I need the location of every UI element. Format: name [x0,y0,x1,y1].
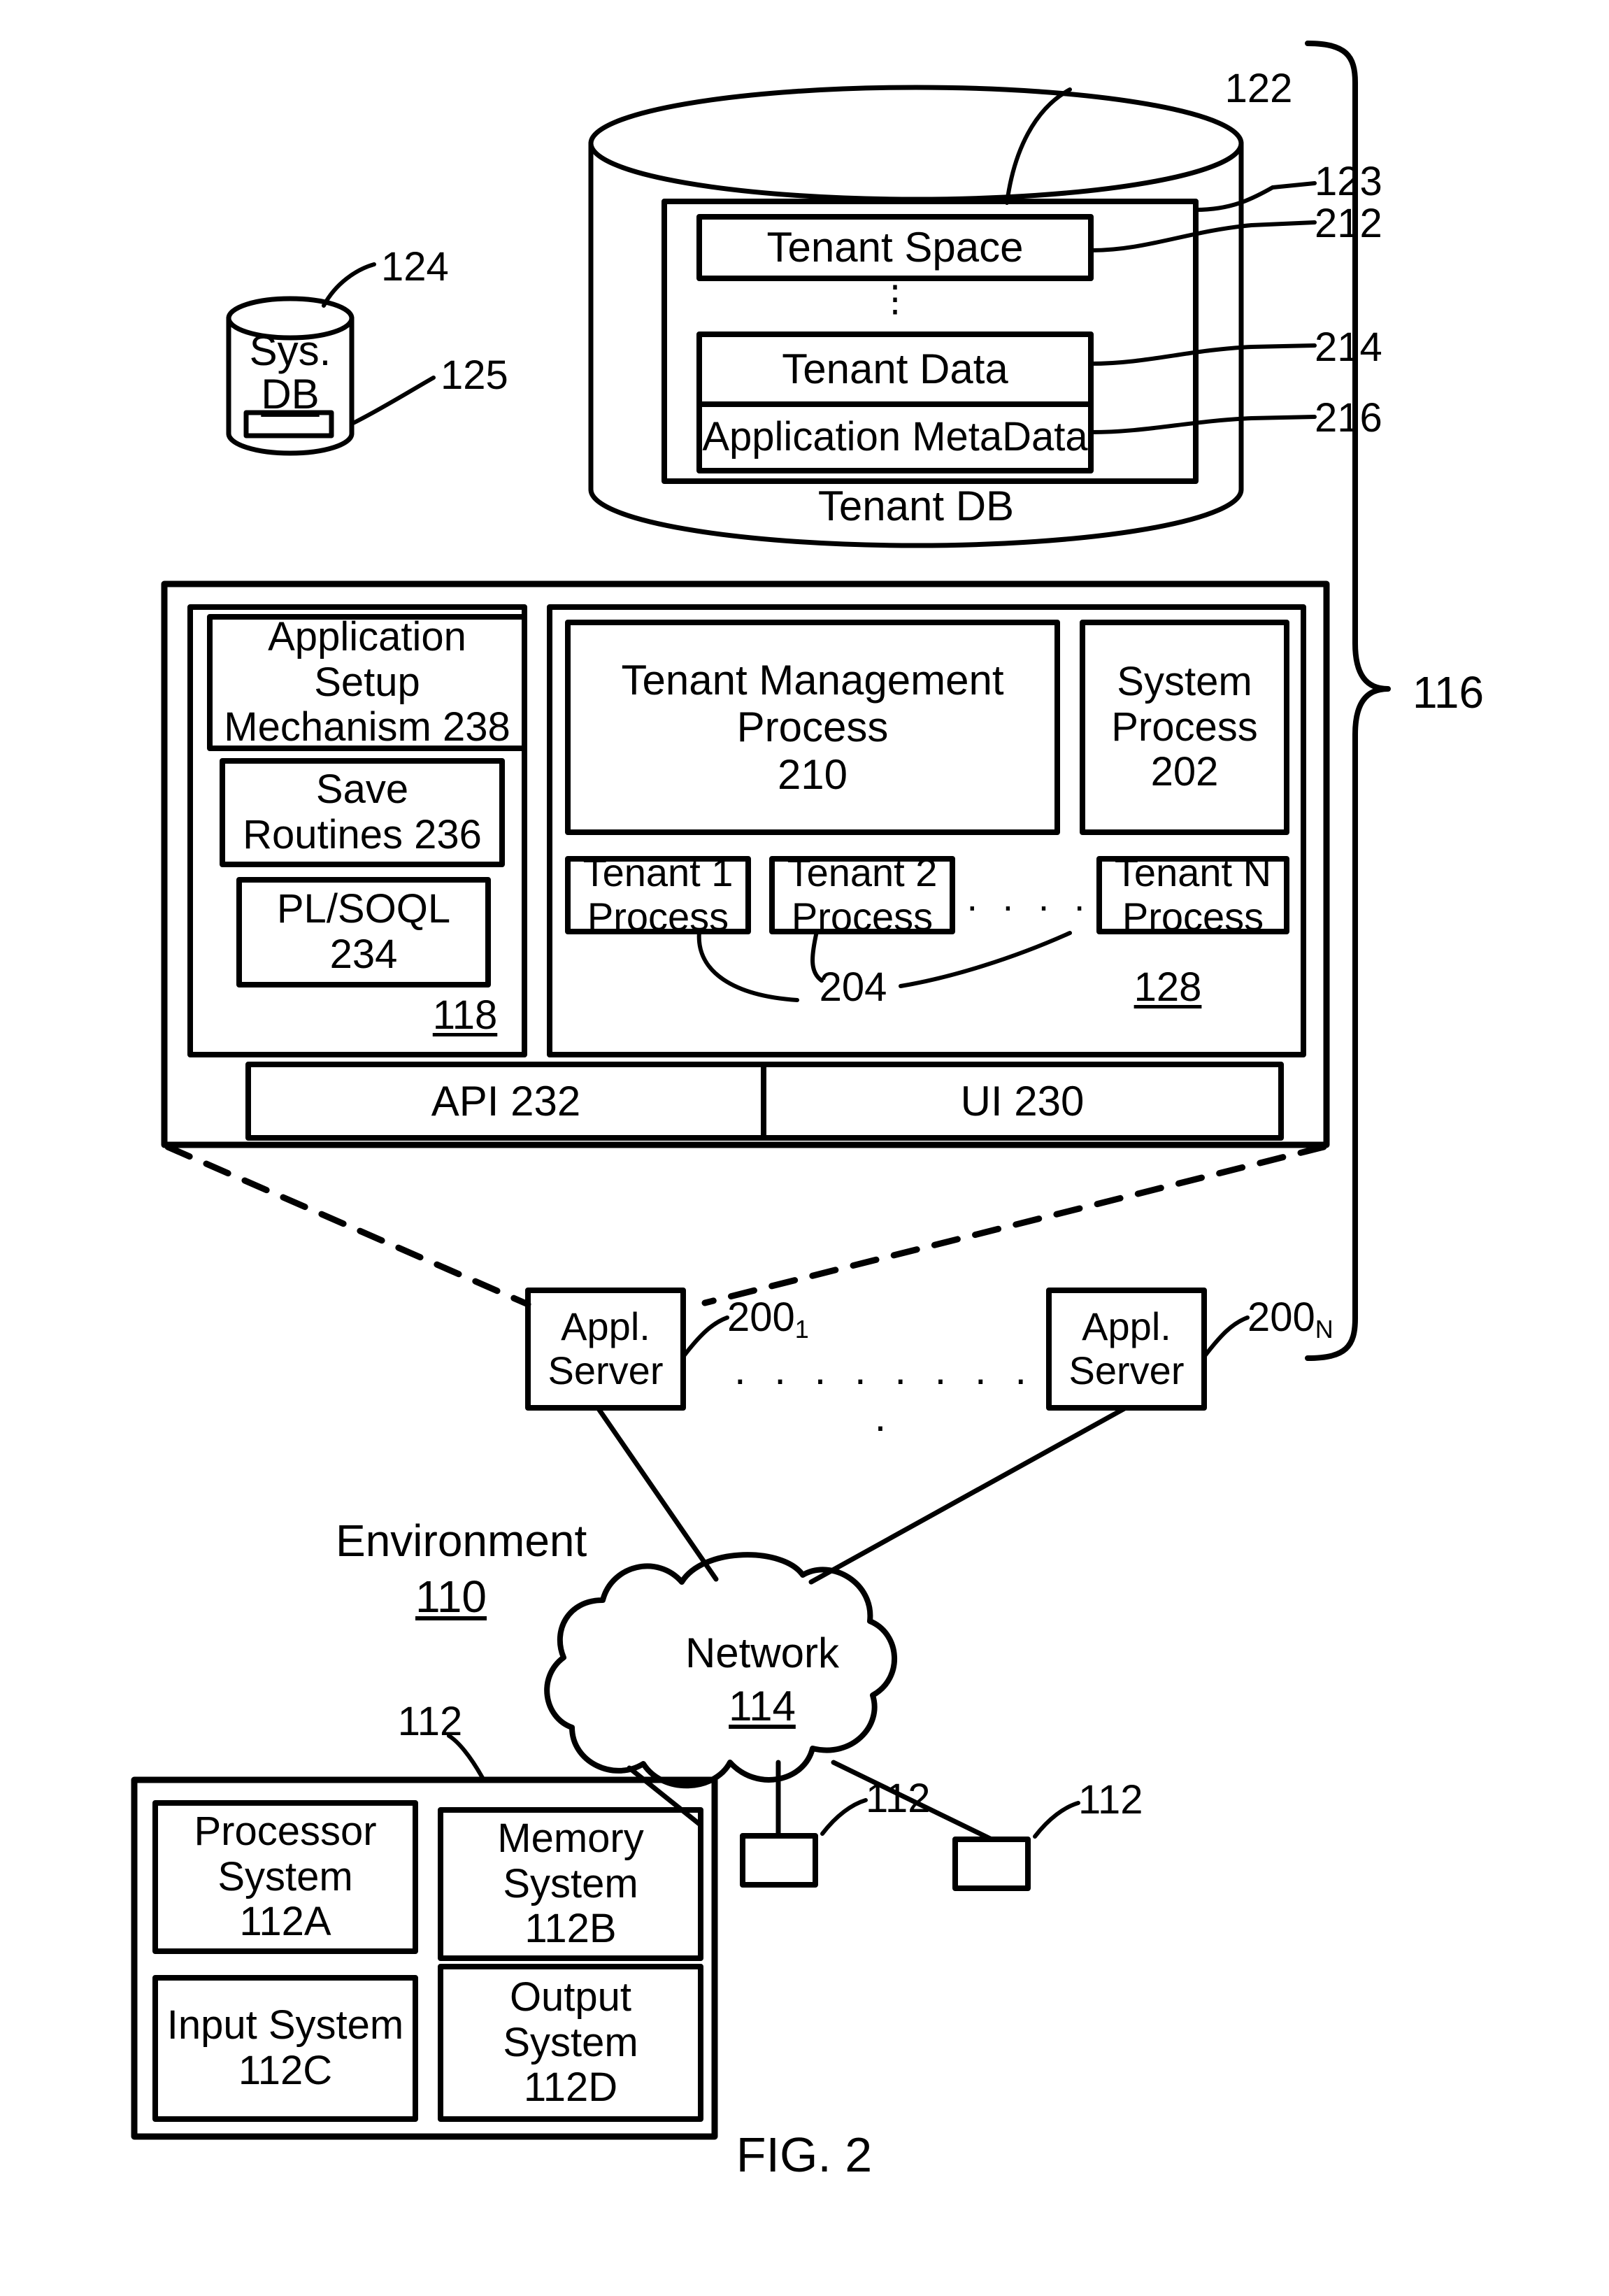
system-process-label: System Process 202 [1111,658,1258,795]
tenant-space-label: Tenant Space [766,224,1024,271]
ref-128: 128 [1134,964,1202,1010]
appl-server-1-label: Appl. Server [548,1304,664,1392]
user-device-1 [740,1833,818,1888]
user-device-2 [952,1837,1031,1891]
ref-112-usersystem: 112 [397,1699,463,1744]
tenant-n-process-label: Tenant N Process [1114,850,1272,939]
leader-204-a [696,929,799,1002]
figure-caption: FIG. 2 [736,2127,873,2182]
ref-212: 212 [1315,201,1382,246]
leader-112-device1 [820,1798,868,1836]
ref-122: 122 [1224,66,1293,111]
tenant-db-cylinder [588,85,1244,548]
tenant-data-label: Tenant Data [782,345,1008,393]
link-server1-network [595,1405,719,1582]
leader-212 [1089,223,1254,252]
leader-216 [1089,416,1254,434]
network-ref: 114 [729,1683,796,1730]
application-metadata-label: Application MetaData [702,414,1088,460]
ref-200-1-number: 200 [727,1295,795,1340]
ref-200-1-subscript: 1 [794,1315,809,1344]
memory-system-label: Memory System 112B [497,1815,644,1952]
leader-112-device2 [1033,1801,1080,1839]
api-label: API 232 [431,1077,581,1125]
input-system-label: Input System 112C [166,2002,404,2093]
ref-200-n-number: 200 [1247,1295,1315,1340]
leader-214 [1089,345,1254,366]
processor-system-label: Processor System 112A [194,1808,377,1945]
ref-118: 118 [432,992,498,1038]
application-setup-mechanism-label: Application Setup Mechanism 238 [224,613,510,750]
expansion-line-right [701,1143,1327,1306]
leader-200-n [1202,1315,1250,1359]
ref-116: 116 [1413,667,1485,718]
leader-122 [1005,87,1072,205]
ref-200-n: 200N [1247,1295,1380,1343]
appl-server-n-label: Appl. Server [1068,1304,1185,1392]
ref-123: 123 [1315,159,1382,204]
ref-200-n-subscript: N [1315,1315,1333,1344]
vertical-ellipsis-icon: ⋮ [877,279,913,320]
save-routines-label: Save Routines 236 [243,766,482,857]
expansion-line-left [164,1143,531,1308]
leader-125 [351,376,436,425]
tenant-db-label: Tenant DB [817,483,1015,529]
tenant-1-process-label: Tenant 1 Process [582,850,734,939]
ref-204: 204 [819,964,887,1010]
environment-label: Environment [336,1516,587,1566]
network-label: Network [685,1630,840,1676]
output-system-label: Output System 112D [503,1974,638,2111]
leader-124 [322,262,376,308]
ref-214: 214 [1315,325,1382,370]
ref-112-device1: 112 [866,1776,931,1821]
tenant-management-process-label: Tenant Management Process 210 [621,657,1004,798]
ref-112-device2: 112 [1078,1777,1143,1823]
sys-db-label-line2: DB [261,371,320,418]
leader-204-c [899,931,1072,988]
ref-200-1: 2001 [727,1295,860,1343]
ref-124: 124 [381,244,449,290]
environment-ref: 110 [415,1571,487,1622]
appl-server-ellipsis: . . . . . . . . . [734,1346,1036,1441]
ref-125: 125 [441,352,508,398]
tenant-process-ellipsis: . . . . [966,875,1092,919]
tenant-2-process-label: Tenant 2 Process [787,850,938,939]
ref-216: 216 [1315,395,1382,441]
patent-figure-2: 122 123 212 214 216 Tenant Space ⋮ Tenan… [0,0,1609,2296]
ui-label: UI 230 [960,1077,1085,1125]
leader-123 [1194,185,1275,212]
plsoql-label: PL/SOQL 234 [276,886,451,977]
sys-db-label-line1: Sys. [249,327,331,374]
